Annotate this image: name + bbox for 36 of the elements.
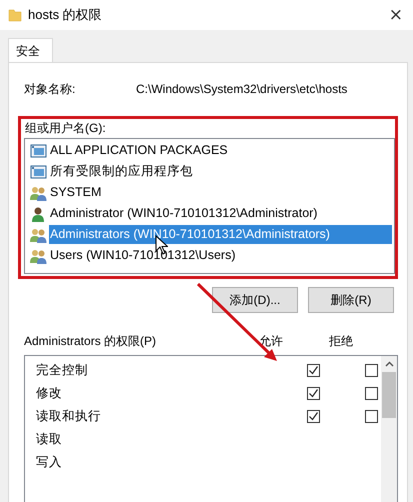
checkbox[interactable] xyxy=(364,387,378,400)
dialog-button[interactable]: 删除(R) xyxy=(308,287,394,313)
user-group-icon xyxy=(30,184,47,200)
groups-label: 组或用户名(G): xyxy=(24,120,107,136)
package-icon xyxy=(30,142,47,158)
object-path: C:\Windows\System32\drivers\etc\hosts xyxy=(136,82,348,96)
user-group-icon xyxy=(30,226,47,242)
package-icon xyxy=(30,164,47,180)
checkbox[interactable] xyxy=(364,410,378,423)
object-name-label: 对象名称: xyxy=(24,80,76,98)
list-item[interactable]: 所有受限制的应用程序包 xyxy=(49,162,392,181)
dialog-button[interactable]: 添加(D)... xyxy=(212,287,298,313)
list-item[interactable]: Users (WIN10-710101312\Users) xyxy=(49,246,392,265)
list-item[interactable]: Administrators (WIN10-710101312\Administrators) xyxy=(49,225,392,244)
list-item[interactable]: Administrator (WIN10-710101312\Administrator) xyxy=(49,204,392,223)
folder-icon xyxy=(8,8,22,22)
checkbox[interactable] xyxy=(306,387,320,400)
permission-name: 完全控制 xyxy=(36,362,89,379)
scrollbar[interactable] xyxy=(381,356,397,502)
column-header: 拒绝 xyxy=(328,333,354,349)
window-title: hosts 的权限 xyxy=(28,6,103,24)
checkbox[interactable] xyxy=(306,410,320,423)
scroll-up-icon[interactable] xyxy=(384,361,394,367)
list-item[interactable]: ALL APPLICATION PACKAGES xyxy=(49,141,392,160)
permission-name: 写入 xyxy=(36,454,63,471)
tab[interactable]: 安全 xyxy=(8,38,53,62)
list-item[interactable]: SYSTEM xyxy=(49,183,392,202)
permission-name: 修改 xyxy=(36,385,63,402)
user-icon xyxy=(30,206,47,222)
permissions-label: Administrators 的权限(P) xyxy=(24,333,158,349)
checkbox[interactable] xyxy=(364,364,378,377)
permission-name: 读取 xyxy=(36,431,63,448)
permission-name: 读取和执行 xyxy=(36,408,102,425)
user-group-icon xyxy=(30,248,47,264)
checkbox[interactable] xyxy=(306,364,320,377)
close-button[interactable]: × xyxy=(386,5,405,25)
